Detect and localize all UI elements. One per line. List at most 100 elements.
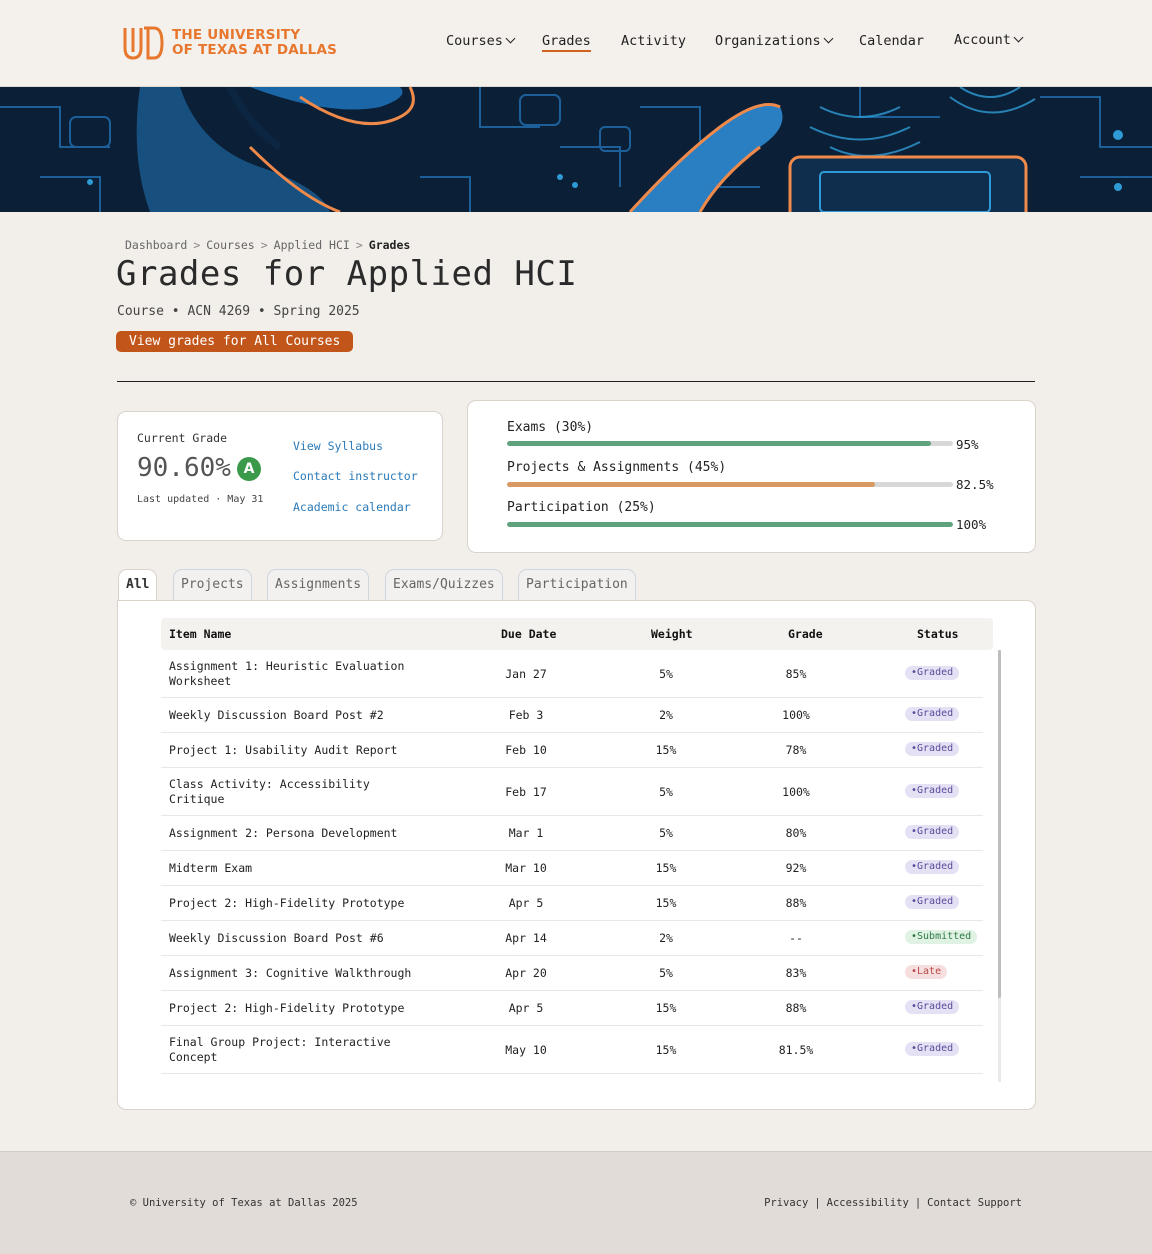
current-grade-value: 90.60%	[137, 453, 231, 483]
breakdown-bar-track	[507, 441, 953, 446]
status-badge: •Late	[905, 965, 948, 979]
table-row[interactable]: Class Activity: Accessibility Critique Fe…	[161, 768, 983, 816]
section-divider	[117, 381, 1035, 382]
nav-courses-label: Courses	[446, 33, 503, 49]
breadcrumb-course[interactable]: Applied HCI	[274, 238, 350, 252]
footer-accessibility-link[interactable]: Accessibility	[827, 1197, 909, 1209]
breadcrumb-separator: >	[355, 238, 363, 252]
breadcrumb-separator: >	[193, 238, 201, 252]
logo-line-1: THE UNIVERSITY	[172, 27, 301, 43]
cell-due-date: Mar 1	[508, 826, 544, 840]
nav-grades[interactable]: Grades	[542, 33, 591, 52]
tab-all[interactable]: All	[118, 569, 158, 602]
status-badge: •Graded	[905, 783, 960, 798]
view-syllabus-link[interactable]: View Syllabus	[293, 439, 383, 453]
status-badge: •Graded	[905, 825, 960, 839]
nav-organizations-label: Organizations	[715, 33, 821, 49]
table-row[interactable]: Weekly Discussion Board Post #6 Apr 14 2% -…	[161, 921, 983, 956]
cell-item-name: Midterm Exam	[169, 861, 253, 875]
utd-logo-icon	[123, 26, 164, 60]
breadcrumb-current: Grades	[368, 238, 411, 252]
table-header: Item Name Due Date Weight Grade Status	[161, 618, 993, 650]
cell-grade: 88%	[785, 1001, 807, 1015]
cell-due-date: Apr 20	[505, 966, 547, 980]
cell-due-date: Apr 5	[508, 1001, 544, 1015]
cell-item-name: Project 2: High-Fidelity Prototype	[169, 896, 405, 910]
table-scroll-thumb[interactable]	[998, 650, 1001, 998]
nav-activity-label: Activity	[621, 33, 687, 49]
column-header-due: Due Date	[501, 627, 557, 641]
cell-item-name: Assignment 1: Heuristic Evaluation Works…	[169, 659, 405, 688]
table-row[interactable]: Project 2: High-Fidelity Prototype Apr 5 1…	[161, 991, 983, 1026]
cell-weight: 5%	[659, 826, 673, 840]
nav-courses[interactable]: Courses	[446, 33, 516, 49]
cell-grade: 78%	[785, 743, 807, 757]
table-row[interactable]: Weekly Discussion Board Post #2 Feb 3 2% 10…	[161, 698, 983, 733]
table-row[interactable]: Assignment 1: Heuristic Evaluation Works…	[161, 650, 983, 698]
cell-weight: 15%	[655, 743, 677, 757]
current-grade-label: Current Grade	[137, 431, 228, 445]
nav-calendar[interactable]: Calendar	[859, 33, 924, 49]
breakdown-bar-track	[507, 522, 953, 527]
cell-item-name: Assignment 2: Persona Development	[169, 826, 398, 840]
breadcrumb-dashboard[interactable]: Dashboard	[125, 238, 187, 252]
course-meta: Course • ACN 4269 • Spring 2025	[117, 304, 360, 319]
table-row[interactable]: Assignment 2: Persona Development Mar 1 5%…	[161, 816, 983, 851]
column-header-name: Item Name	[169, 627, 232, 641]
footer-links: Privacy | Accessibility | Contact Support	[764, 1197, 1022, 1209]
tab-exams-quizzes[interactable]: Exams/Quizzes	[385, 569, 503, 600]
cell-weight: 5%	[659, 666, 673, 681]
cell-grade: 80%	[785, 826, 807, 840]
site-footer: © University of Texas at Dallas 2025 Pri…	[0, 1151, 1152, 1254]
site-header: THE UNIVERSITY OF TEXAS AT DALLAS Course…	[0, 0, 1152, 87]
table-row[interactable]: Midterm Exam Mar 10 15% 92% •Graded	[161, 851, 983, 886]
nav-organizations[interactable]: Organizations	[715, 33, 834, 49]
breakdown-bar-fill	[507, 522, 953, 527]
cell-weight: 15%	[655, 896, 677, 910]
cell-grade: 81.5%	[778, 1042, 814, 1057]
nav-account[interactable]: Account	[954, 32, 1024, 48]
cell-item-name: Project 2: High-Fidelity Prototype	[169, 1001, 405, 1015]
column-header-grade: Grade	[788, 627, 823, 641]
cell-due-date: Feb 17	[505, 784, 547, 799]
breakdown-bar-fill	[507, 441, 931, 446]
cell-due-date: Apr 14	[505, 931, 547, 945]
cell-grade: 100%	[782, 784, 810, 799]
breakdown-label: Participation (25%)	[507, 500, 656, 515]
footer-privacy-link[interactable]: Privacy	[764, 1197, 808, 1209]
cell-item-name: Final Group Project: Interactive Concept	[169, 1035, 391, 1064]
academic-calendar-link[interactable]: Academic calendar	[293, 500, 411, 514]
footer-separator: |	[814, 1197, 821, 1209]
cell-item-name: Project 1: Usability Audit Report	[169, 743, 398, 757]
chevron-down-icon	[505, 33, 516, 44]
tab-assignments[interactable]: Assignments	[267, 569, 370, 600]
table-scrollbar[interactable]	[998, 650, 1001, 1082]
view-all-courses-button[interactable]: View grades for All Courses	[116, 331, 354, 352]
table-row[interactable]: Assignment 3: Cognitive Walkthrough Apr 2…	[161, 956, 983, 991]
cell-weight: 2%	[659, 931, 673, 945]
tab-projects[interactable]: Projects	[173, 569, 252, 600]
logo-line-2: OF TEXAS AT DALLAS	[172, 42, 338, 58]
nav-grades-label: Grades	[542, 33, 591, 49]
breadcrumb-separator: >	[260, 238, 268, 252]
table-row[interactable]: Project 2: High-Fidelity Prototype Apr 5 1…	[161, 886, 983, 921]
breakdown-value: 95%	[956, 437, 979, 452]
cell-due-date: Feb 10	[505, 743, 547, 757]
contact-instructor-link[interactable]: Contact instructor	[293, 469, 418, 483]
breadcrumb-courses[interactable]: Courses	[206, 238, 254, 252]
cell-weight: 2%	[659, 708, 673, 722]
breakdown-bar-fill	[507, 482, 875, 487]
cell-grade: --	[789, 931, 803, 945]
nav-activity[interactable]: Activity	[621, 33, 686, 49]
cell-grade: 83%	[785, 966, 807, 980]
table-row[interactable]: Final Group Project: Interactive Concept…	[161, 1026, 983, 1074]
breakdown-label: Exams (30%)	[507, 420, 594, 435]
utd-logo[interactable]: THE UNIVERSITY OF TEXAS AT DALLAS	[122, 24, 337, 62]
cell-due-date: Mar 10	[505, 861, 547, 875]
cell-grade: 88%	[785, 896, 807, 910]
table-row[interactable]: Project 1: Usability Audit Report Feb 10 1…	[161, 733, 983, 768]
cell-grade: 100%	[782, 708, 810, 722]
breakdown-value: 100%	[956, 517, 987, 532]
footer-contact-link[interactable]: Contact Support	[927, 1197, 1022, 1209]
tab-participation[interactable]: Participation	[518, 569, 636, 600]
